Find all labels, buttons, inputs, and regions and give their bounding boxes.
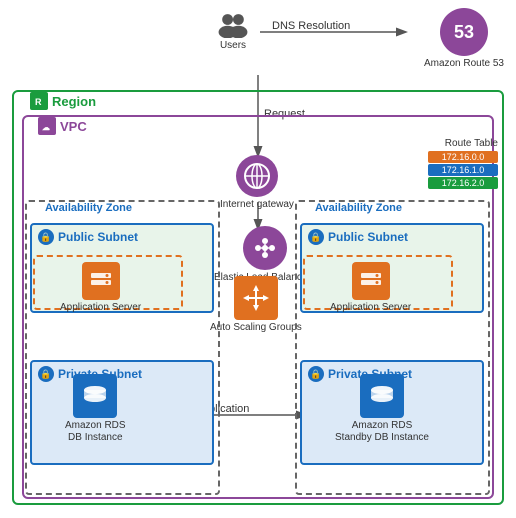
public-subnet-left-icon: 🔒 [38, 229, 54, 245]
app-server-right-icon-container: Application Server [330, 262, 411, 314]
users-icon [215, 10, 251, 38]
region-icon-svg: R [33, 95, 45, 107]
route-entry-2: 172.16.2.0 [428, 177, 498, 189]
users-icon-container: Users [215, 10, 251, 52]
public-subnet-right-icon: 🔒 [308, 229, 324, 245]
app-server-left-icon-container: Application Server [60, 262, 141, 314]
rds-left-line2: DB Instance [65, 432, 126, 444]
rds-right-line2: Standby DB Instance [335, 432, 429, 444]
asg-label: Auto Scaling Groups [210, 322, 302, 334]
app-server-right-svg [359, 269, 383, 293]
route53-icon-container: 53 Amazon Route 53 [424, 8, 504, 70]
vpc-icon-svg: ☁ [41, 120, 53, 132]
rds-right-svg [368, 382, 396, 410]
rds-left-svg [81, 382, 109, 410]
region-icon: R [30, 92, 48, 110]
region-text: Region [52, 94, 96, 109]
route-entry-0: 172.16.0.0 [428, 151, 498, 163]
vpc-label: ☁ VPC [38, 117, 87, 135]
app-server-left-svg [89, 269, 113, 293]
app-server-left-square [82, 262, 120, 300]
route53-circle: 53 [440, 8, 488, 56]
svg-text:R: R [35, 97, 42, 107]
svg-text:☁: ☁ [42, 123, 50, 132]
app-server-left-label: Application Server [60, 302, 141, 314]
rds-left-square [73, 374, 117, 418]
diagram: DNS Resolution Request Replication Users… [0, 0, 516, 518]
route-table-label: Route Table [445, 138, 498, 149]
rds-left-label: Amazon RDS DB Instance [65, 420, 126, 444]
rds-left-line1: Amazon RDS [65, 420, 126, 432]
asg-icon-svg [242, 284, 270, 312]
app-server-right-label: Application Server [330, 302, 411, 314]
public-subnet-right-label: 🔒 Public Subnet [302, 225, 482, 249]
public-subnet-right-text: Public Subnet [328, 230, 408, 244]
asg-square [234, 276, 278, 320]
igw-icon-svg [243, 162, 271, 190]
asg-icon-container: Auto Scaling Groups [210, 276, 302, 334]
private-subnet-right-icon: 🔒 [308, 366, 324, 382]
route-table: Route Table 172.16.0.0 172.16.1.0 172.16… [428, 138, 498, 190]
rds-right-icon-container: Amazon RDS Standby DB Instance [335, 374, 429, 444]
private-subnet-left-icon: 🔒 [38, 366, 54, 382]
region-label: R Region [30, 92, 96, 110]
vpc-text: VPC [60, 119, 87, 134]
users-label: Users [220, 40, 246, 52]
rds-right-line1: Amazon RDS [335, 420, 429, 432]
route53-number: 53 [454, 22, 474, 43]
elb-icon-svg [251, 234, 279, 262]
public-subnet-left-text: Public Subnet [58, 230, 138, 244]
route53-label: Amazon Route 53 [424, 58, 504, 70]
elb-circle [243, 226, 287, 270]
public-subnet-left-label: 🔒 Public Subnet [32, 225, 212, 249]
dns-resolution-label: DNS Resolution [272, 20, 350, 32]
app-server-right-square [352, 262, 390, 300]
rds-left-icon-container: Amazon RDS DB Instance [65, 374, 126, 444]
vpc-icon: ☁ [38, 117, 56, 135]
route-entry-1: 172.16.1.0 [428, 164, 498, 176]
igw-label: Internet gateway [220, 199, 294, 211]
igw-circle [236, 155, 278, 197]
rds-right-label: Amazon RDS Standby DB Instance [335, 420, 429, 444]
igw-icon-container: Internet gateway [220, 155, 294, 211]
rds-right-square [360, 374, 404, 418]
